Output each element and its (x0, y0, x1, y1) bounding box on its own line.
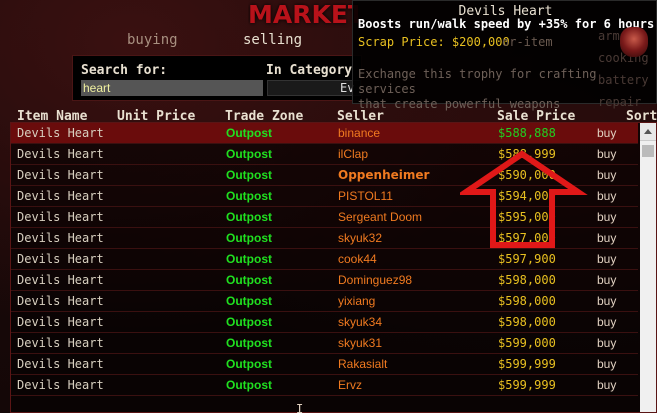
table-row[interactable]: Devils Heart Outpost Dominguez98 $598,000 bu… (11, 270, 638, 291)
trade-zone-cell: Outpost (226, 252, 272, 266)
buy-button[interactable]: buy (597, 210, 616, 224)
sale-price-cell: $599,999 (498, 357, 556, 371)
sale-price-cell: $599,999 (498, 378, 556, 392)
buy-button[interactable]: buy (597, 315, 616, 329)
search-label: Search for: (81, 63, 168, 78)
seller-link[interactable]: PISTOL11 (338, 189, 393, 203)
sale-price-cell: $599,000 (498, 336, 556, 350)
seller-link[interactable]: Sergeant Doom (338, 210, 422, 224)
trade-zone-cell: Outpost (226, 189, 272, 203)
seller-link[interactable]: Oppenheimer (338, 168, 429, 182)
trade-zone-cell: Outpost (226, 147, 272, 161)
table-row[interactable]: Devils Heart Outpost skyuk31 $599,000 buy (11, 333, 638, 354)
tooltip-background-text: or-item (502, 35, 553, 49)
buy-button[interactable]: buy (597, 252, 616, 266)
trade-zone-cell: Outpost (226, 294, 272, 308)
item-name-cell: Devils Heart (17, 357, 104, 371)
buy-button[interactable]: buy (597, 378, 616, 392)
item-name-cell: Devils Heart (17, 147, 104, 161)
trade-zone-cell: Outpost (226, 357, 272, 371)
sale-price-cell: $598,000 (498, 294, 556, 308)
item-name-cell: Devils Heart (17, 273, 104, 287)
seller-link[interactable]: skyuk31 (338, 336, 382, 350)
item-name-cell: Devils Heart (17, 210, 104, 224)
table-row[interactable]: Devils Heart Outpost yixiang $598,000 buy (11, 291, 638, 312)
seller-link[interactable]: cook44 (338, 252, 377, 266)
sale-price-cell: $598,000 (498, 273, 556, 287)
trade-zone-cell: Outpost (226, 315, 272, 329)
search-input[interactable] (81, 80, 263, 96)
category-select[interactable]: Ev (267, 80, 361, 96)
search-panel: Search for: In Category Ev (72, 55, 362, 101)
trade-zone-cell: Outpost (226, 231, 272, 245)
scroll-up-button[interactable] (640, 123, 656, 141)
seller-link[interactable]: Dominguez98 (338, 273, 412, 287)
tab-selling[interactable]: selling (243, 32, 302, 48)
seller-link[interactable]: skyuk32 (338, 231, 382, 245)
scroll-thumb[interactable] (642, 145, 654, 157)
buy-button[interactable]: buy (597, 189, 616, 203)
item-name-cell: Devils Heart (17, 231, 104, 245)
trade-zone-cell: Outpost (226, 378, 272, 392)
trade-zone-cell: Outpost (226, 126, 272, 140)
trade-zone-cell: Outpost (226, 168, 272, 182)
item-name-cell: Devils Heart (17, 126, 104, 140)
category-label: In Category (266, 63, 353, 78)
table-row[interactable]: Devils Heart Outpost binance $588,888 buy (11, 123, 638, 144)
red-arrow-annotation (460, 150, 588, 248)
item-name-cell: Devils Heart (17, 252, 104, 266)
trade-zone-cell: Outpost (226, 210, 272, 224)
seller-link[interactable]: Rakasialt (338, 357, 387, 371)
sale-price-cell: $597,900 (498, 252, 556, 266)
item-name-cell: Devils Heart (17, 336, 104, 350)
table-row[interactable]: Devils Heart Outpost Ervz $599,999 buy (11, 375, 638, 396)
item-name-cell: Devils Heart (17, 168, 104, 182)
buy-button[interactable]: buy (597, 336, 616, 350)
seller-link[interactable]: skyuk34 (338, 315, 382, 329)
trade-zone-cell: Outpost (226, 336, 272, 350)
buy-button[interactable]: buy (597, 294, 616, 308)
buy-button[interactable]: buy (597, 357, 616, 371)
item-name-cell: Devils Heart (17, 189, 104, 203)
seller-link[interactable]: yixiang (338, 294, 375, 308)
sale-price-cell: $598,000 (498, 315, 556, 329)
table-row[interactable]: Devils Heart Outpost skyuk34 $598,000 buy (11, 312, 638, 333)
item-tooltip: Devils Heart Boosts run/walk speed by +3… (352, 0, 657, 111)
buy-button[interactable]: buy (597, 273, 616, 287)
tooltip-category-item: repair (598, 95, 642, 109)
seller-link[interactable]: ilClap (338, 147, 368, 161)
tooltip-category-item: battery (598, 73, 649, 87)
item-name-cell: Devils Heart (17, 378, 104, 392)
item-name-cell: Devils Heart (17, 315, 104, 329)
tooltip-scrap-price: Scrap Price: $200,000 (358, 35, 510, 49)
table-row[interactable]: Devils Heart Outpost Rakasialt $599,999 buy (11, 354, 638, 375)
tab-buying[interactable]: buying (127, 32, 178, 48)
buy-button[interactable]: buy (597, 231, 616, 245)
table-row[interactable]: Devils Heart Outpost cook44 $597,900 buy (11, 249, 638, 270)
marketplace-logo: MARKETPLACE (248, 0, 358, 29)
sale-price-cell: $588,888 (498, 126, 556, 140)
buy-button[interactable]: buy (597, 147, 616, 161)
item-name-cell: Devils Heart (17, 294, 104, 308)
scrollbar[interactable] (640, 141, 656, 412)
buy-button[interactable]: buy (597, 126, 616, 140)
trade-zone-cell: Outpost (226, 273, 272, 287)
buy-button[interactable]: buy (597, 168, 616, 182)
seller-link[interactable]: binance (338, 126, 380, 140)
footer-fragment: I (296, 402, 304, 413)
devils-heart-icon (620, 27, 648, 57)
seller-link[interactable]: Ervz (338, 378, 362, 392)
